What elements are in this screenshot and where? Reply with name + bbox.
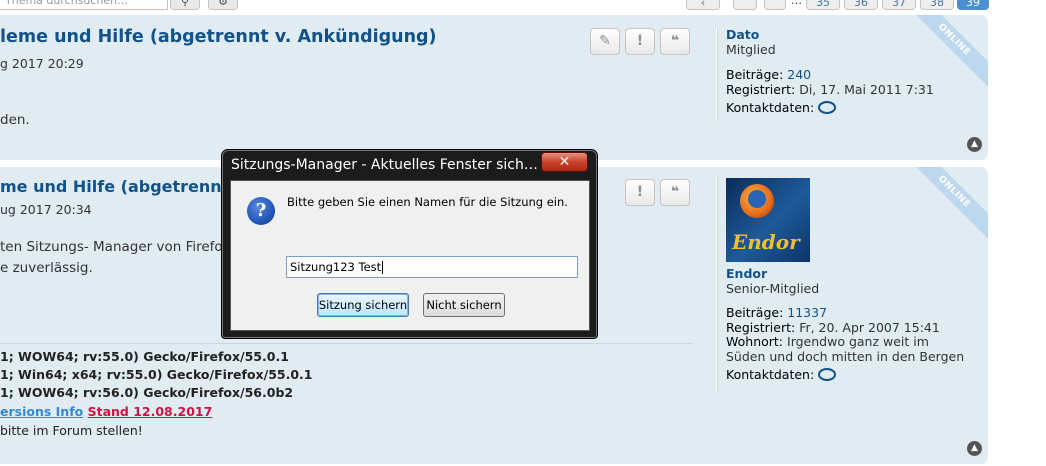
search-button[interactable]: ⚲: [170, 0, 200, 10]
dialog-title[interactable]: Sitzungs-Manager - Aktuelles Fenster sic…: [231, 157, 538, 173]
avatar-caption: Endor: [732, 230, 800, 254]
session-manager-dialog: Sitzungs-Manager - Aktuelles Fenster sic…: [222, 150, 597, 338]
posts-count[interactable]: 11337: [787, 305, 827, 320]
save-session-button[interactable]: Sitzung sichern: [317, 293, 409, 317]
report-icon: !: [636, 33, 644, 49]
page-button[interactable]: 36: [844, 0, 878, 10]
residence-label: Wohnort:: [726, 334, 784, 349]
text-caret: [382, 261, 384, 274]
signature-versions: ersions Info Stand 12.08.2017: [0, 404, 212, 419]
chevron-up-icon: ▲: [971, 443, 978, 453]
page-button[interactable]: 38: [920, 0, 954, 10]
page-2-button[interactable]: [764, 0, 786, 10]
report-button[interactable]: !: [625, 28, 655, 55]
pagination-ellipsis: …: [791, 0, 802, 7]
post-text-line: ten Sitzungs- Manager von Firefo: [0, 239, 223, 255]
current-page-button[interactable]: 39: [957, 0, 989, 10]
contact-label: Kontaktdaten:: [726, 367, 815, 382]
user-registered: Registriert: Di, 17. Mai 2011 7:31: [726, 82, 934, 98]
signature-note: bitte im Forum stellen!: [0, 423, 143, 438]
avatar[interactable]: Endor: [726, 178, 810, 262]
chat-bubble-icon[interactable]: [818, 368, 837, 381]
chat-bubble-icon[interactable]: [818, 101, 837, 114]
post-text: den.: [0, 112, 30, 128]
post-text-line: e zuverlässig.: [0, 260, 93, 276]
contact-label: Kontaktdaten:: [726, 100, 815, 115]
username[interactable]: Endor: [726, 266, 767, 281]
posts-count[interactable]: 240: [787, 67, 811, 82]
page-button[interactable]: 35: [806, 0, 840, 10]
dialog-message: Bitte geben Sie einen Namen für die Sitz…: [287, 195, 568, 209]
posts-label: Beiträge:: [726, 305, 784, 320]
session-name-value: Sitzung123 Test: [290, 260, 382, 274]
posts-label: Beiträge:: [726, 67, 784, 82]
user-contact: Kontaktdaten:: [726, 367, 837, 383]
signature-divider: [0, 343, 693, 344]
registered-date: Fr, 20. Apr 2007 15:41: [799, 320, 940, 335]
profile-divider: [716, 177, 718, 391]
session-name-input[interactable]: Sitzung123 Test: [286, 256, 578, 278]
post-date: g 2017 20:29: [0, 56, 84, 71]
prev-page-button[interactable]: ‹: [686, 0, 720, 10]
settings-button[interactable]: ⚙: [208, 0, 238, 10]
edit-icon: ✎: [599, 33, 611, 49]
stand-link[interactable]: Stand 12.08.2017: [88, 404, 213, 419]
back-to-top-button[interactable]: ▲: [967, 441, 982, 456]
post-title[interactable]: leme und Hilfe (abgetrennt v. Ankündigun…: [0, 27, 437, 47]
versions-info-link[interactable]: ersions Info: [0, 404, 83, 419]
globe-icon: [748, 190, 766, 208]
registered-date: Di, 17. Mai 2011 7:31: [799, 82, 934, 97]
user-rank: Mitglied: [726, 42, 776, 57]
post-date: ug 2017 20:34: [0, 202, 92, 217]
quote-icon: ❝: [670, 184, 680, 200]
signature-line: 1; WOW64; rv:55.0) Gecko/Firefox/55.0.1: [0, 349, 289, 364]
report-button[interactable]: !: [625, 179, 655, 206]
user-residence-cont: Süden und doch mitten in den Bergen: [726, 349, 965, 364]
close-icon: ✕: [558, 154, 571, 170]
online-badge: ONLINE: [905, 15, 988, 89]
user-residence: Wohnort: Irgendwo ganz weit im: [726, 334, 929, 350]
quote-icon: ❝: [670, 33, 680, 49]
user-contact: Kontaktdaten:: [726, 100, 837, 116]
chevron-left-icon: ‹: [700, 0, 706, 9]
signature-line: 1; Win64; x64; rv:55.0) Gecko/Firefox/55…: [0, 367, 313, 382]
registered-label: Registriert:: [726, 82, 796, 97]
signature-line: 1; WOW64; rv:56.0) Gecko/Firefox/56.0b2: [0, 385, 294, 400]
close-button[interactable]: ✕: [541, 152, 588, 172]
forum-post: leme und Hilfe (abgetrennt v. Ankündigun…: [0, 15, 988, 160]
back-to-top-button[interactable]: ▲: [967, 137, 982, 152]
user-rank: Senior-Mitglied: [726, 281, 820, 296]
topic-toolbar: Thema durchsuchen… ⚲ ⚙ ‹ … 35 36 37 38 3…: [0, 0, 1046, 14]
dont-save-button[interactable]: Nicht sichern: [423, 293, 505, 317]
registered-label: Registriert:: [726, 320, 796, 335]
quote-button[interactable]: ❝: [660, 28, 690, 55]
page-1-button[interactable]: [733, 0, 757, 10]
residence-value: Irgendwo ganz weit im: [787, 334, 929, 349]
user-posts: Beiträge: 11337: [726, 305, 827, 321]
report-icon: !: [636, 184, 644, 200]
online-badge: ONLINE: [905, 167, 988, 241]
search-icon: ⚲: [180, 0, 190, 8]
gear-icon: ⚙: [218, 0, 228, 8]
username[interactable]: Dato: [726, 27, 759, 42]
page-button[interactable]: 37: [882, 0, 916, 10]
post-title[interactable]: me und Hilfe (abgetrennt v.: [0, 177, 250, 196]
dialog-body: ? Bitte geben Sie einen Namen für die Si…: [230, 180, 590, 331]
question-icon: ?: [247, 197, 275, 225]
profile-divider: [716, 27, 718, 121]
edit-button[interactable]: ✎: [590, 28, 620, 55]
quote-button[interactable]: ❝: [660, 179, 690, 206]
topic-search-input[interactable]: Thema durchsuchen…: [0, 0, 168, 10]
chevron-up-icon: ▲: [971, 139, 978, 149]
user-posts: Beiträge: 240: [726, 67, 811, 83]
